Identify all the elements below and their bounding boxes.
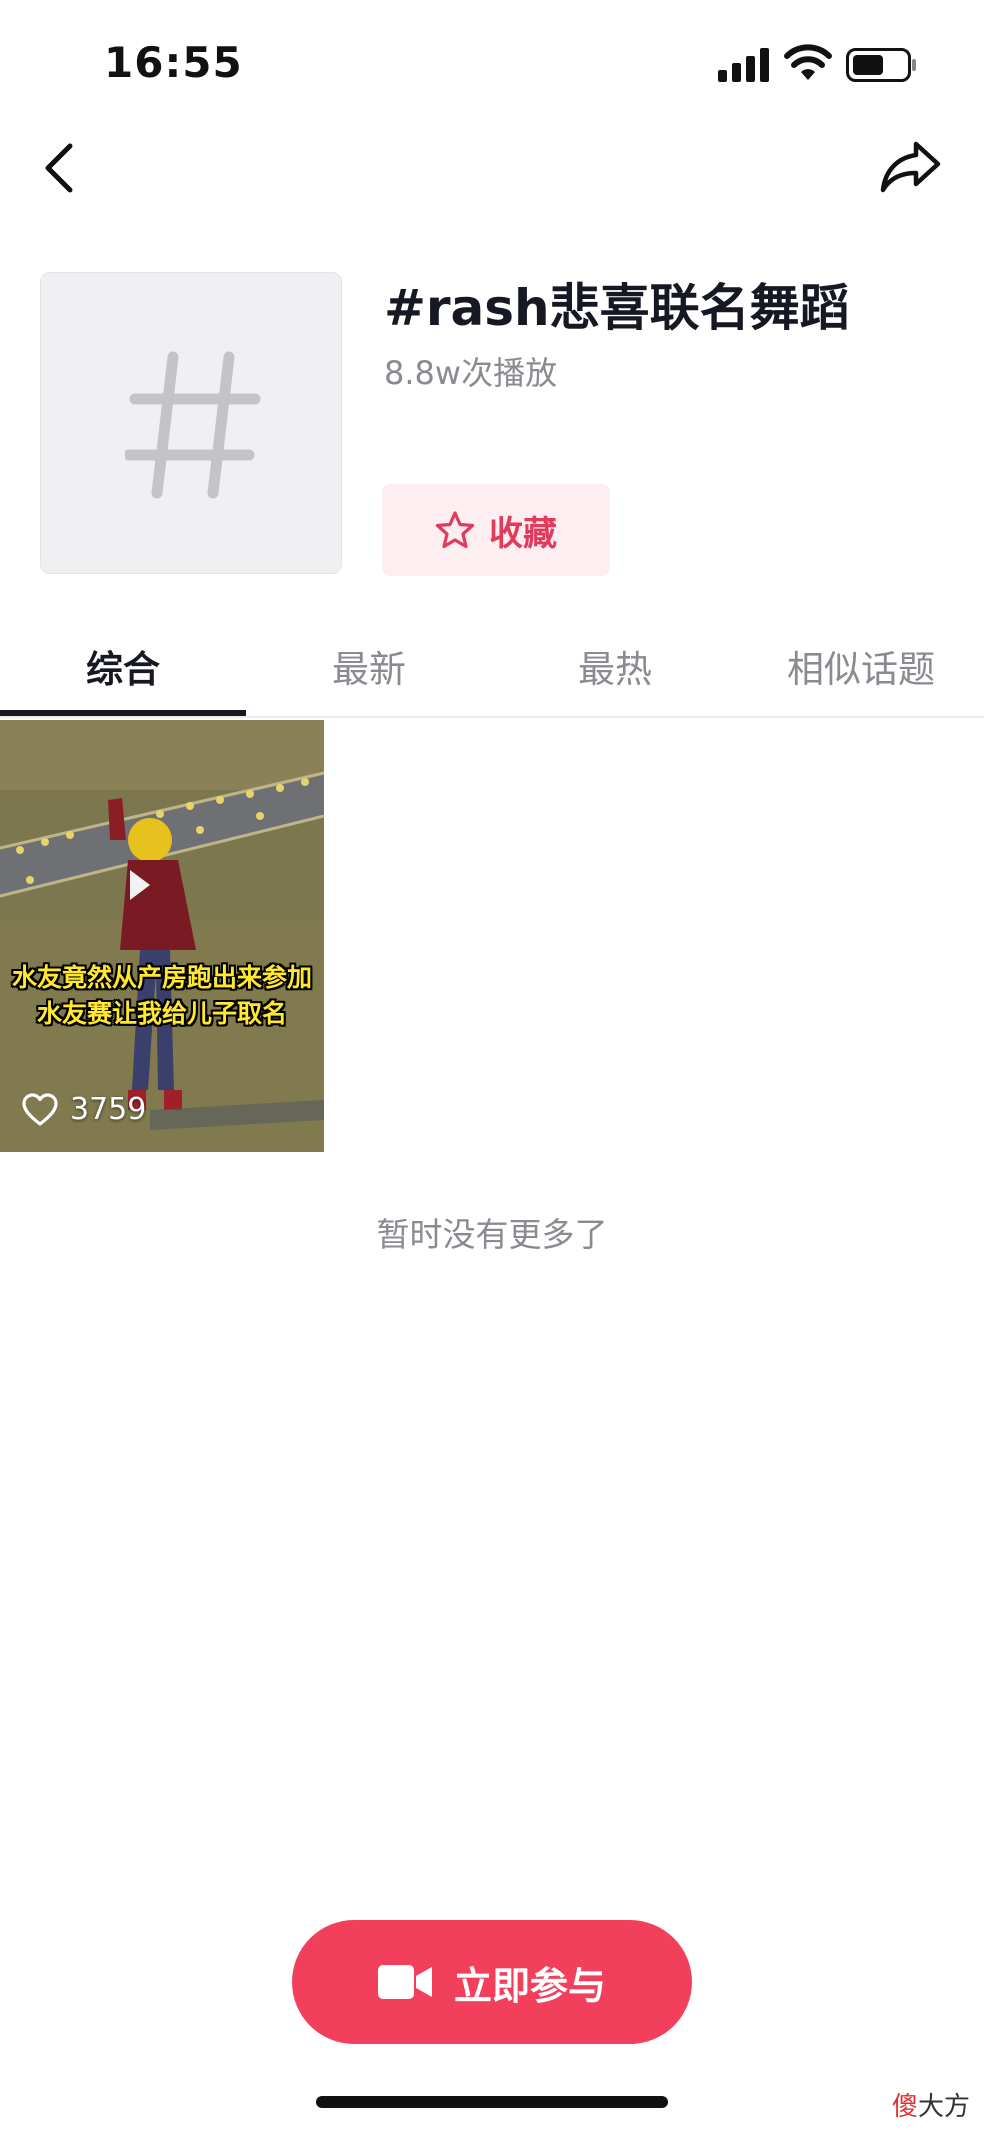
back-button[interactable] — [36, 140, 86, 196]
watermark: 傻大方 — [892, 2086, 970, 2123]
video-thumbnail — [0, 720, 324, 1152]
video-caption: 水友竟然从产房跑出来参加 水友赛让我给儿子取名 — [0, 960, 324, 1032]
tab-similar-topics[interactable]: 相似话题 — [738, 616, 984, 716]
play-count: 8.8w次播放 — [384, 354, 558, 392]
tab-hottest[interactable]: 最热 — [492, 616, 738, 716]
join-now-label: 立即参与 — [453, 1963, 606, 2008]
watermark-rest: 大方 — [918, 2092, 971, 2122]
share-button[interactable] — [878, 136, 944, 198]
no-more-text: 暂时没有更多了 — [376, 1215, 608, 1254]
topic-title: #rash悲喜联名舞蹈 — [384, 279, 850, 337]
battery-icon — [846, 48, 916, 82]
video-camera-icon — [377, 1965, 432, 1999]
like-count: 3759 — [70, 1092, 147, 1127]
tab-latest[interactable]: 最新 — [246, 616, 492, 716]
favorite-button[interactable]: 收藏 — [382, 484, 610, 576]
share-arrow-icon — [880, 141, 941, 193]
video-caption-line-1: 水友竟然从产房跑出来参加 — [11, 963, 312, 992]
like-count-row: 3759 — [22, 1092, 146, 1127]
video-caption-line-2: 水友赛让我给儿子取名 — [36, 999, 287, 1028]
favorite-label: 收藏 — [489, 513, 557, 554]
tab-active-indicator — [0, 710, 246, 716]
video-card[interactable]: 水友竟然从产房跑出来参加 水友赛让我给儿子取名 3759 — [0, 720, 324, 1152]
tab-comprehensive[interactable]: 综合 — [0, 616, 246, 716]
status-time: 16:55 — [104, 38, 243, 87]
chevron-left-icon — [45, 143, 73, 193]
home-indicator — [316, 2096, 668, 2108]
tab-bar: 综合 最新 最热 相似话题 — [0, 616, 984, 718]
signal-icon — [718, 48, 769, 82]
hashtag-cover — [40, 272, 342, 574]
wifi-icon — [784, 44, 832, 80]
star-icon — [435, 511, 475, 549]
heart-icon — [22, 1092, 58, 1126]
watermark-first-char: 傻 — [892, 2092, 919, 2122]
join-now-button[interactable]: 立即参与 — [292, 1920, 692, 2044]
status-bar: 16:55 — [0, 0, 984, 130]
hashtag-icon — [125, 351, 261, 499]
